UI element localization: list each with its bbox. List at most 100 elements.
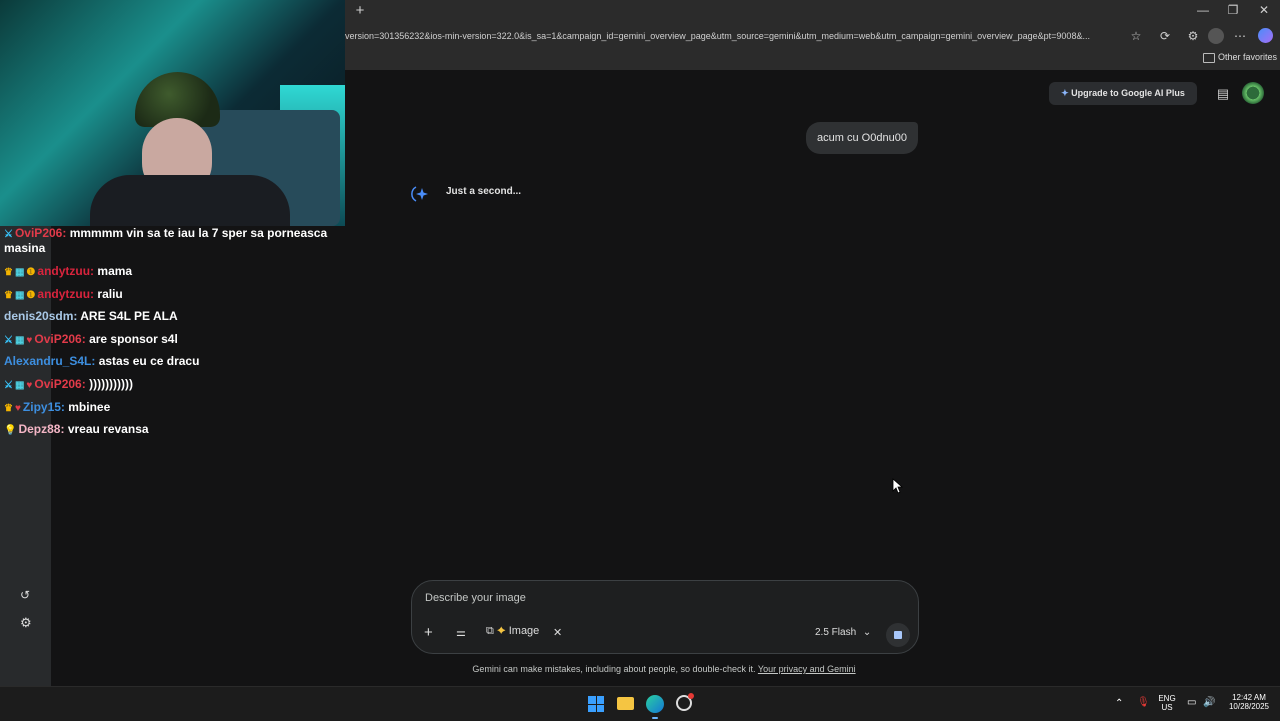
sword-badge-icon: ⚔ xyxy=(4,380,13,391)
chat-username: denis20sdm: xyxy=(4,309,78,323)
chat-text: raliu xyxy=(97,287,123,301)
temporary-chat-icon[interactable]: ▤ xyxy=(1214,85,1232,103)
upgrade-button[interactable]: ✦ Upgrade to Google AI Plus xyxy=(1049,82,1197,105)
volume-icon[interactable]: 🔊 xyxy=(1203,697,1215,708)
heart-badge-icon: ♥ xyxy=(26,380,33,391)
sparkle-icon: ✦ xyxy=(1061,88,1072,98)
more-menu-icon[interactable]: ⋯ xyxy=(1231,27,1249,45)
one-badge-icon: ❶ xyxy=(26,290,36,301)
network-icon[interactable]: ▭ xyxy=(1187,697,1196,708)
new-tab-button[interactable]: + xyxy=(351,2,369,20)
chat-text: are sponsor s4l xyxy=(89,332,178,346)
refresh-icon[interactable]: ⟳ xyxy=(1156,27,1174,45)
chevron-down-icon: ⌄ xyxy=(862,627,872,638)
chat-message: ♛ ▦ ❶ andytzuu: raliu xyxy=(4,287,123,301)
sword-badge-icon: ⚔ xyxy=(4,229,13,240)
remove-chip-icon[interactable]: ✕ xyxy=(553,626,562,639)
image-tool-chip[interactable]: ⧉ ✦ Image xyxy=(486,625,539,638)
chat-username: Depz88: xyxy=(18,422,65,436)
region-code: US xyxy=(1161,703,1173,712)
chat-message: Alexandru_S4L: astas eu ce dracu xyxy=(4,354,199,368)
address-bar-url[interactable]: version=301356232&ios-min-version=322.0&… xyxy=(345,25,1125,47)
clock-date: 10/28/2025 xyxy=(1228,702,1270,711)
chat-message: ♛ ♥ Zipy15: mbinee xyxy=(4,400,110,414)
language-code: ENG xyxy=(1158,694,1176,703)
folder-icon xyxy=(1203,53,1215,63)
restore-button[interactable]: ❐ xyxy=(1224,1,1242,19)
sword-badge-icon: ⚔ xyxy=(4,335,13,346)
webcam-shirt xyxy=(90,175,290,226)
disclaimer-text: Gemini can make mistakes, including abou… xyxy=(472,664,756,674)
chat-username: OviP206: xyxy=(34,377,86,391)
chat-text: mama xyxy=(97,264,133,278)
webcam-feed xyxy=(0,0,345,226)
sub-badge-icon: ▦ xyxy=(14,290,25,301)
close-button[interactable]: ✕ xyxy=(1255,1,1273,19)
chat-username: andytzuu: xyxy=(37,264,95,278)
user-message-bubble: acum cu O0dnu00 xyxy=(806,122,918,154)
clock-time: 12:42 AM xyxy=(1232,693,1266,702)
chat-text: ))))))))))) xyxy=(89,377,134,391)
chat-username: Alexandru_S4L: xyxy=(4,354,96,368)
crown-badge-icon: ♛ xyxy=(4,290,13,301)
heart-badge-icon: ♥ xyxy=(26,335,33,346)
chat-username: OviP206: xyxy=(14,226,67,240)
add-icon[interactable]: + xyxy=(424,624,433,641)
chat-message: 💡 Depz88: vreau revansa xyxy=(4,422,149,436)
stop-button[interactable] xyxy=(886,623,910,647)
taskbar: ⌃ 🎙 ENG US ▭ 🔊 12:42 AM 10/28/2025 xyxy=(0,686,1280,721)
clock[interactable]: 12:42 AM 10/28/2025 xyxy=(1222,693,1276,711)
crown-badge-icon: ♛ xyxy=(4,267,13,278)
other-favorites-link[interactable]: Other favorites xyxy=(1218,52,1277,62)
prompt-composer: Describe your image + ⚌ ⧉ ✦ Image ✕ 2.5 … xyxy=(411,580,919,654)
chat-message: denis20sdm: ARE S4L PE ALA xyxy=(4,309,178,323)
crown-badge-icon: ♛ xyxy=(4,403,13,414)
tools-icon[interactable]: ⚌ xyxy=(456,626,466,639)
privacy-link[interactable]: Your privacy and Gemini xyxy=(758,664,856,674)
chat-text: astas eu ce dracu xyxy=(98,354,200,368)
sub-badge-icon: ▦ xyxy=(14,335,25,346)
model-selector[interactable]: 2.5 Flash ⌄ xyxy=(815,627,871,638)
language-indicator[interactable]: ENG US xyxy=(1156,694,1178,712)
model-label: 2.5 Flash xyxy=(815,627,857,638)
sub-badge-icon: ▦ xyxy=(14,267,25,278)
chat-message: ♛ ▦ ❶ andytzuu: mama xyxy=(4,264,132,278)
heart-badge-icon: ♥ xyxy=(14,403,21,414)
chat-message: ⚔ ▦ ♥ OviP206: are sponsor s4l xyxy=(4,332,178,346)
favorite-star-icon[interactable]: ☆ xyxy=(1127,27,1145,45)
chat-text: vreau revansa xyxy=(67,422,149,436)
chat-message-continued: masina xyxy=(4,241,46,255)
profile-avatar[interactable] xyxy=(1208,28,1224,44)
user-avatar[interactable] xyxy=(1242,82,1264,104)
prompt-input[interactable]: Describe your image xyxy=(425,592,526,604)
minimize-button[interactable]: — xyxy=(1194,1,1212,19)
gallery-icon: ⧉ xyxy=(486,625,494,637)
edge-browser-icon[interactable] xyxy=(646,695,664,713)
tray-overflow-icon[interactable]: ⌃ xyxy=(1115,698,1123,709)
chat-message: ⚔ ▦ ♥ OviP206: ))))))))))) xyxy=(4,377,133,391)
file-explorer-icon[interactable] xyxy=(617,697,634,710)
chat-username: OviP206: xyxy=(34,332,86,346)
mouse-cursor xyxy=(892,478,904,494)
banana-icon: ✦ xyxy=(496,625,506,637)
chat-username: Zipy15: xyxy=(22,400,65,414)
chat-username: andytzuu: xyxy=(37,287,95,301)
thinking-status: Just a second... xyxy=(446,186,522,197)
bulb-badge-icon: 💡 xyxy=(4,425,17,436)
upgrade-label: Upgrade to Google AI Plus xyxy=(1071,88,1185,98)
extensions-icon[interactable]: ⚙ xyxy=(1184,27,1202,45)
windows-start-icon[interactable] xyxy=(588,696,604,712)
active-app-indicator xyxy=(652,717,658,719)
chat-text: mbinee xyxy=(68,400,111,414)
disclaimer: Gemini can make mistakes, including abou… xyxy=(411,664,917,674)
one-badge-icon: ❶ xyxy=(26,267,36,278)
copilot-icon[interactable] xyxy=(1258,28,1273,43)
image-chip-label: Image xyxy=(508,625,540,637)
activity-icon[interactable]: ↺ xyxy=(20,588,30,602)
stream-chat: ⚔ OviP206: mmmmm vin sa te iau la 7 sper … xyxy=(0,226,352,466)
notification-dot xyxy=(688,693,694,699)
microphone-icon[interactable]: 🎙 xyxy=(1137,697,1150,708)
settings-gear-icon[interactable]: ⚙ xyxy=(20,615,32,631)
chat-text: mmmmm vin sa te iau la 7 sper sa porneas… xyxy=(69,226,328,240)
chat-message: ⚔ OviP206: mmmmm vin sa te iau la 7 sper … xyxy=(4,226,327,240)
